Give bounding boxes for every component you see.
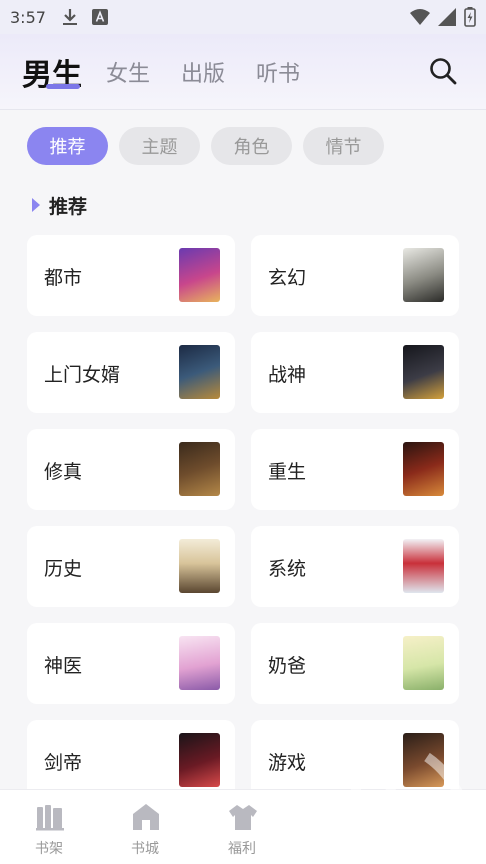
battery-icon: [464, 7, 476, 31]
nav-welfare[interactable]: 福利: [210, 790, 274, 864]
book-cover-image: [403, 442, 444, 496]
book-cover-image: [403, 636, 444, 690]
chip-theme[interactable]: 主题: [119, 127, 200, 165]
book-cover-image: [403, 248, 444, 302]
category-card[interactable]: 神医: [27, 623, 235, 704]
category-card[interactable]: 都市: [27, 235, 235, 316]
category-card[interactable]: 系统: [251, 526, 459, 607]
status-bar: 3:57: [0, 0, 486, 34]
category-name: 奶爸: [268, 655, 307, 677]
tab-female[interactable]: 女生: [106, 56, 150, 88]
status-time: 3:57: [10, 7, 46, 27]
category-name: 剑帝: [44, 752, 83, 774]
section-title: 推荐: [49, 195, 88, 218]
keyboard-a-icon: [91, 9, 108, 25]
triangle-marker-icon: [32, 198, 40, 212]
signal-icon: [438, 8, 456, 30]
category-name: 系统: [268, 558, 307, 580]
category-card[interactable]: 奶爸: [251, 623, 459, 704]
category-card[interactable]: 重生: [251, 429, 459, 510]
chip-role[interactable]: 角色: [211, 127, 292, 165]
book-cover-image: [179, 539, 220, 593]
nav-label: 福利: [228, 841, 256, 857]
category-card[interactable]: 修真: [27, 429, 235, 510]
wifi-icon: [410, 8, 430, 30]
book-cover-image: [179, 636, 220, 690]
category-card[interactable]: 玄幻: [251, 235, 459, 316]
book-cover-image: [179, 345, 220, 399]
download-icon: [62, 8, 78, 26]
active-tab-indicator: [46, 84, 80, 89]
nav-label: 书架: [35, 841, 63, 857]
nav-bookstore[interactable]: 书城: [113, 790, 177, 864]
section-header: 推荐: [32, 192, 87, 218]
chip-recommend[interactable]: 推荐: [27, 127, 108, 165]
category-name: 上门女婿: [44, 364, 121, 386]
book-cover-image: [179, 248, 220, 302]
nav-bookshelf[interactable]: 书架: [17, 790, 81, 864]
top-header: 男生 女生 出版 听书: [0, 34, 486, 110]
tab-publish[interactable]: 出版: [181, 56, 225, 88]
book-cover-image: [403, 345, 444, 399]
category-name: 战神: [268, 364, 307, 386]
gift-shirt-icon: [228, 802, 258, 832]
search-button[interactable]: [428, 56, 458, 86]
category-name: 都市: [44, 267, 83, 289]
book-cover-image: [179, 733, 220, 787]
category-name: 玄幻: [268, 267, 307, 289]
category-name: 神医: [44, 655, 83, 677]
bookstore-icon: [131, 802, 161, 832]
chip-plot[interactable]: 情节: [303, 127, 384, 165]
category-card[interactable]: 战神: [251, 332, 459, 413]
category-card[interactable]: 历史: [27, 526, 235, 607]
category-name: 历史: [44, 558, 83, 580]
nav-label: 书城: [131, 841, 159, 857]
bookshelf-icon: [35, 802, 65, 832]
category-name: 游戏: [268, 752, 307, 774]
category-card[interactable]: 上门女婿: [27, 332, 235, 413]
bottom-navigation: 书架 书城 福利: [0, 789, 486, 864]
search-icon: [428, 58, 458, 90]
book-cover-image: [403, 733, 444, 787]
book-cover-image: [179, 442, 220, 496]
category-name: 修真: [44, 461, 83, 483]
book-cover-image: [403, 539, 444, 593]
category-name: 重生: [268, 461, 307, 483]
tab-audiobook[interactable]: 听书: [256, 56, 300, 88]
